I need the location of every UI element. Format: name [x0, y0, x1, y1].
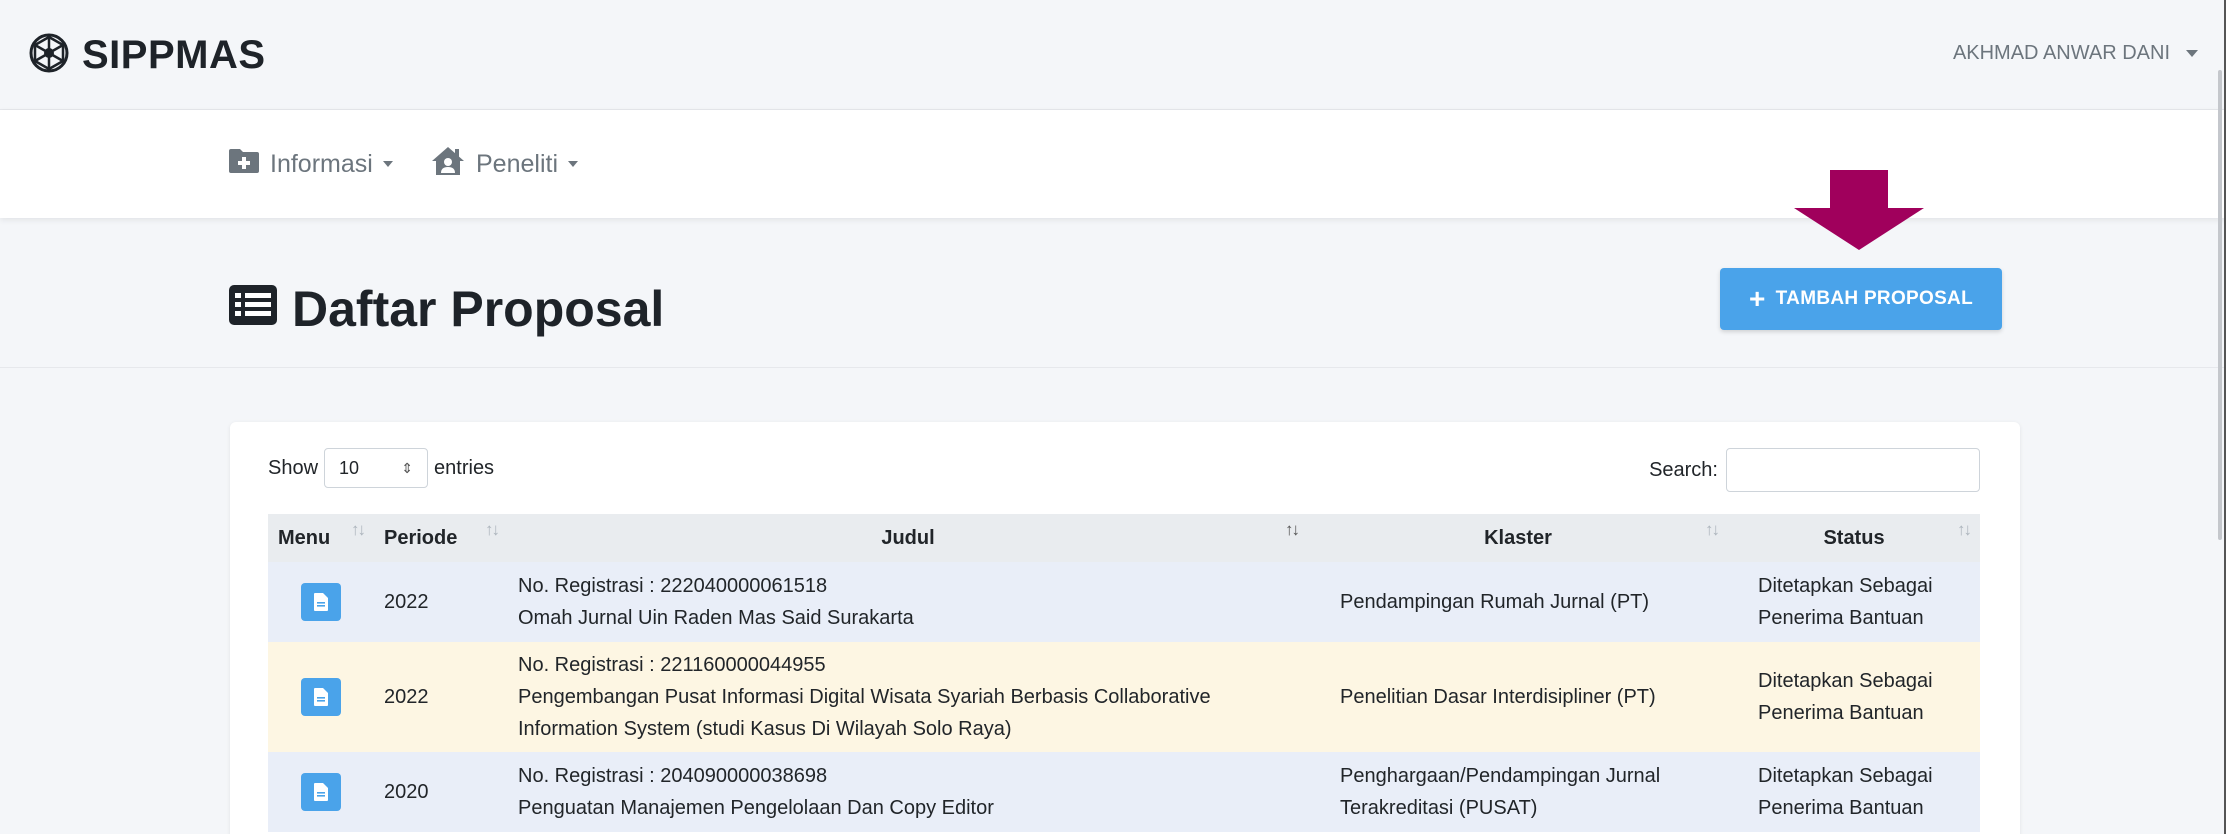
- search-label: Search:: [1649, 458, 1718, 481]
- judul-cell: No. Registrasi : 221160000044955 Pengemb…: [508, 642, 1308, 752]
- klaster-cell: Penelitian Dasar Interdisipliner (PT): [1308, 642, 1728, 752]
- add-proposal-button[interactable]: + TAMBAH PROPOSAL: [1720, 268, 2002, 330]
- judul-cell: No. Registrasi : 204090000038698 Penguat…: [508, 752, 1308, 832]
- list-alt-icon: [228, 280, 278, 338]
- col-header-menu[interactable]: Menu ↑↓: [268, 514, 374, 562]
- table-row: 2020 No. Registrasi : 204090000038698 Pe…: [268, 752, 1980, 832]
- table-row: 2022 No. Registrasi : 221160000044955 Pe…: [268, 642, 1980, 752]
- table-header-row: Menu ↑↓ Periode ↑↓ Judul ↑↓ Klaster ↑↓ S…: [268, 514, 1980, 562]
- sort-icon: ↑↓: [1285, 520, 1300, 539]
- registration-number: No. Registrasi : 222040000061518: [518, 575, 828, 597]
- show-label: Show: [268, 456, 319, 479]
- select-arrows-icon: ⇕: [401, 459, 414, 476]
- search-control: Search:: [1649, 448, 1980, 492]
- nav-item-peneliti[interactable]: Peneliti: [430, 146, 578, 180]
- sort-icon: ↑↓: [1705, 520, 1720, 539]
- klaster-cell: Pendampingan Rumah Jurnal (PT): [1308, 562, 1728, 642]
- registration-number: No. Registrasi : 221160000044955: [518, 654, 826, 676]
- user-menu[interactable]: AKHMAD ANWAR DANI: [1953, 42, 2198, 65]
- caret-down-icon: [2186, 50, 2198, 57]
- search-input[interactable]: [1726, 448, 1980, 492]
- top-bar: SIPPMAS AKHMAD ANWAR DANI: [0, 0, 2226, 110]
- periode-cell: 2022: [374, 562, 508, 642]
- page-scrollbar[interactable]: [2218, 70, 2222, 540]
- sort-icon: ↑↓: [1957, 520, 1972, 539]
- menu-cell: [268, 642, 374, 752]
- proposal-title: Omah Jurnal Uin Raden Mas Said Surakarta: [518, 607, 914, 629]
- judul-cell: No. Registrasi : 222040000061518 Omah Ju…: [508, 562, 1308, 642]
- entries-length-control: Show 10 ⇕ entries: [268, 448, 494, 488]
- add-proposal-label: TAMBAH PROPOSAL: [1775, 288, 1973, 309]
- page-title-text: Daftar Proposal: [292, 281, 665, 337]
- folder-plus-icon: [228, 148, 260, 181]
- periode-cell: 2022: [374, 642, 508, 752]
- entries-label: entries: [434, 456, 495, 479]
- brand-name: SIPPMAS: [82, 32, 266, 77]
- proposal-table: Menu ↑↓ Periode ↑↓ Judul ↑↓ Klaster ↑↓ S…: [268, 514, 1980, 832]
- file-icon: [314, 593, 328, 611]
- brand[interactable]: SIPPMAS: [28, 30, 266, 80]
- page-title: Daftar Proposal: [228, 280, 664, 338]
- proposal-title: Pengembangan Pusat Informasi Digital Wis…: [518, 686, 1211, 740]
- dharmachakra-icon: [28, 32, 70, 79]
- proposal-table-card: Show 10 ⇕ entries Search: Menu ↑↓ Period…: [230, 422, 2020, 834]
- entries-value: 10: [339, 457, 360, 478]
- nav-label-peneliti: Peneliti: [476, 149, 558, 178]
- house-user-icon: [430, 145, 466, 184]
- document-button[interactable]: [301, 773, 341, 811]
- registration-number: No. Registrasi : 204090000038698: [518, 765, 828, 787]
- sort-icon: ↑↓: [351, 520, 366, 539]
- nav-item-informasi[interactable]: Informasi: [228, 148, 393, 180]
- klaster-cell: Penghargaan/Pendampingan Jurnal Terakred…: [1308, 752, 1728, 832]
- col-header-status[interactable]: Status ↑↓: [1728, 514, 1980, 562]
- nav-label-informasi: Informasi: [270, 149, 373, 178]
- annotation-arrow: [1792, 170, 1926, 255]
- caret-down-icon: [568, 161, 578, 167]
- file-icon: [314, 688, 328, 706]
- status-cell: Ditetapkan Sebagai Penerima Bantuan: [1728, 752, 1980, 832]
- file-icon: [314, 783, 328, 801]
- menu-cell: [268, 752, 374, 832]
- col-header-klaster[interactable]: Klaster ↑↓: [1308, 514, 1728, 562]
- sort-icon: ↑↓: [485, 520, 500, 539]
- proposal-title: Penguatan Manajemen Pengelolaan Dan Copy…: [518, 797, 994, 819]
- status-cell: Ditetapkan Sebagai Penerima Bantuan: [1728, 562, 1980, 642]
- status-cell: Ditetapkan Sebagai Penerima Bantuan: [1728, 642, 1980, 752]
- table-row: 2022 No. Registrasi : 222040000061518 Om…: [268, 562, 1980, 642]
- document-button[interactable]: [301, 583, 341, 621]
- col-header-periode[interactable]: Periode ↑↓: [374, 514, 508, 562]
- document-button[interactable]: [301, 678, 341, 716]
- menu-cell: [268, 562, 374, 642]
- user-name: AKHMAD ANWAR DANI: [1952, 42, 2170, 64]
- entries-select[interactable]: 10 ⇕: [324, 448, 429, 488]
- periode-cell: 2020: [374, 752, 508, 832]
- caret-down-icon: [382, 161, 393, 167]
- plus-icon: +: [1749, 283, 1766, 314]
- col-header-judul[interactable]: Judul ↑↓: [508, 514, 1308, 562]
